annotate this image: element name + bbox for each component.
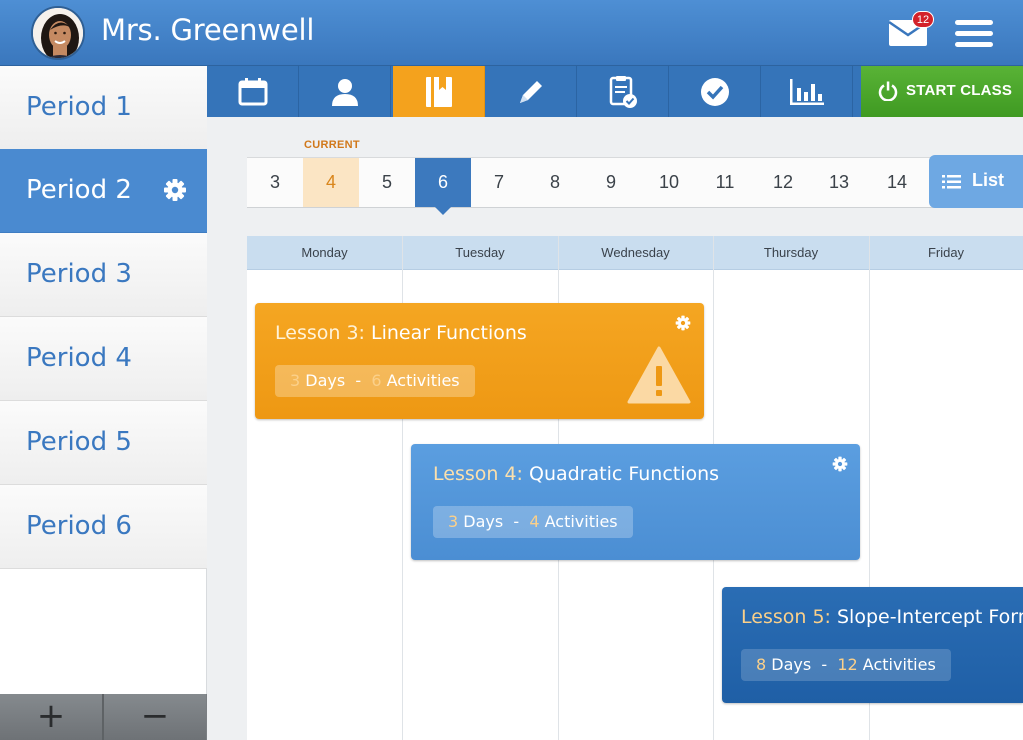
lesson-name: Linear Functions bbox=[370, 322, 527, 344]
weekday-header: Monday bbox=[301, 245, 348, 260]
day-5[interactable]: 5 bbox=[359, 158, 415, 207]
lesson-card[interactable]: Lesson 4: Quadratic Functions 3 Days - 4… bbox=[411, 444, 860, 560]
add-period-button[interactable]: + bbox=[0, 694, 102, 740]
lesson-activities-count: 4 bbox=[529, 512, 540, 531]
weekday-header: Tuesday bbox=[455, 245, 505, 260]
weekday-header: Thursday bbox=[763, 245, 819, 260]
gear-icon[interactable] bbox=[675, 315, 691, 331]
day-9[interactable]: 9 bbox=[583, 158, 639, 207]
weekday-header: Friday bbox=[927, 245, 965, 260]
period-sidebar: Period 1 Period 2 Period 3 Period 4 Peri… bbox=[0, 66, 207, 740]
tool-edit[interactable] bbox=[485, 66, 577, 117]
lesson-summary: 8 Days - 12 Activities bbox=[741, 649, 951, 681]
top-header: Mrs. Greenwell 12 bbox=[0, 0, 1023, 66]
day-strip: 3 4 5 6 7 8 9 10 11 12 13 14 bbox=[247, 157, 937, 208]
list-label: List bbox=[972, 170, 1005, 190]
lesson-activities-count: 6 bbox=[371, 371, 382, 390]
day-4[interactable]: 4 bbox=[303, 158, 359, 207]
tool-assignments[interactable] bbox=[577, 66, 669, 117]
start-class-label: START CLASS bbox=[906, 82, 1013, 99]
clipboard-check-icon bbox=[609, 75, 637, 108]
bar-chart-icon bbox=[789, 78, 824, 105]
week-header: Monday Tuesday Wednesday Thursday Friday bbox=[247, 236, 1023, 270]
sidebar-item-period-6[interactable]: Period 6 bbox=[0, 485, 207, 569]
lesson-activities-count: 12 bbox=[837, 655, 858, 674]
day-11[interactable]: 11 bbox=[697, 158, 753, 207]
gear-icon[interactable] bbox=[832, 456, 848, 472]
power-icon bbox=[878, 81, 898, 101]
book-icon bbox=[425, 76, 452, 107]
day-13[interactable]: 13 bbox=[811, 158, 867, 207]
period-label: Period 3 bbox=[26, 259, 132, 289]
hamburger-menu-icon[interactable] bbox=[955, 20, 993, 48]
day-3[interactable]: 3 bbox=[247, 158, 303, 207]
lesson-summary: 3 Days - 4 Activities bbox=[433, 506, 633, 538]
lesson-title: Lesson 5: Slope-Intercept Form bbox=[741, 606, 1023, 628]
lesson-days-label: Days bbox=[463, 512, 504, 531]
sidebar-item-period-3[interactable]: Period 3 bbox=[0, 233, 207, 317]
teacher-name: Mrs. Greenwell bbox=[101, 13, 315, 47]
lesson-name: Slope-Intercept Form bbox=[836, 606, 1023, 628]
lesson-activities-label: Activities bbox=[544, 512, 618, 531]
tool-calendar[interactable] bbox=[207, 66, 299, 117]
warning-icon bbox=[627, 346, 691, 404]
lesson-days-label: Days bbox=[305, 371, 346, 390]
lesson-days-count: 3 bbox=[448, 512, 459, 531]
avatar[interactable] bbox=[31, 6, 85, 60]
weekday-header: Wednesday bbox=[601, 245, 670, 260]
lesson-title: Lesson 4: Quadratic Functions bbox=[433, 463, 719, 485]
lesson-activities-label: Activities bbox=[386, 371, 460, 390]
day-8[interactable]: 8 bbox=[527, 158, 583, 207]
gear-icon[interactable] bbox=[163, 178, 187, 202]
selected-day-pointer bbox=[435, 207, 451, 215]
mail-badge: 12 bbox=[912, 11, 934, 28]
lesson-summary-sep: - bbox=[513, 512, 520, 531]
period-label: Period 6 bbox=[26, 511, 132, 541]
period-label: Period 1 bbox=[26, 92, 132, 122]
lesson-summary-sep: - bbox=[355, 371, 362, 390]
pencil-icon bbox=[519, 80, 542, 103]
lesson-summary: 3 Days - 6 Activities bbox=[275, 365, 475, 397]
sidebar-item-period-5[interactable]: Period 5 bbox=[0, 401, 207, 485]
day-12[interactable]: 12 bbox=[755, 158, 811, 207]
list-view-button[interactable]: List bbox=[929, 155, 1023, 208]
lesson-name: Quadratic Functions bbox=[528, 463, 720, 485]
start-class-button[interactable]: START CLASS bbox=[861, 66, 1023, 117]
sidebar-item-period-2[interactable]: Period 2 bbox=[0, 149, 207, 233]
tool-students[interactable] bbox=[299, 66, 391, 117]
remove-period-button[interactable]: − bbox=[104, 694, 206, 740]
lesson-number: Lesson 4: bbox=[433, 463, 523, 485]
period-label: Period 5 bbox=[26, 427, 132, 457]
lesson-number: Lesson 3: bbox=[275, 322, 365, 344]
tool-lessons[interactable] bbox=[393, 66, 485, 117]
lesson-days-count: 3 bbox=[290, 371, 301, 390]
lesson-activities-label: Activities bbox=[862, 655, 936, 674]
student-icon bbox=[331, 78, 358, 106]
lesson-number: Lesson 5: bbox=[741, 606, 831, 628]
lesson-card[interactable]: Lesson 5: Slope-Intercept Form 8 Days - … bbox=[722, 587, 1023, 703]
lesson-days-count: 8 bbox=[756, 655, 767, 674]
day-7[interactable]: 7 bbox=[471, 158, 527, 207]
sidebar-footer: + − bbox=[0, 694, 207, 740]
lesson-days-label: Days bbox=[771, 655, 812, 674]
sidebar-item-period-4[interactable]: Period 4 bbox=[0, 317, 207, 401]
current-day-label: CURRENT bbox=[304, 139, 360, 151]
period-label: Period 2 bbox=[26, 175, 132, 205]
period-label: Period 4 bbox=[26, 343, 132, 373]
tool-reports[interactable] bbox=[761, 66, 853, 117]
day-14[interactable]: 14 bbox=[869, 158, 925, 207]
day-6[interactable]: 6 bbox=[415, 158, 471, 207]
lesson-card[interactable]: Lesson 3: Linear Functions 3 Days - 6 Ac… bbox=[255, 303, 704, 419]
sidebar-item-period-1[interactable]: Period 1 bbox=[0, 66, 207, 150]
lesson-summary-sep: - bbox=[821, 655, 828, 674]
calendar-icon bbox=[238, 77, 267, 105]
lesson-title: Lesson 3: Linear Functions bbox=[275, 322, 527, 344]
tool-grading[interactable] bbox=[669, 66, 761, 117]
list-icon bbox=[942, 175, 961, 189]
day-10[interactable]: 10 bbox=[641, 158, 697, 207]
checkmark-icon bbox=[700, 77, 729, 106]
